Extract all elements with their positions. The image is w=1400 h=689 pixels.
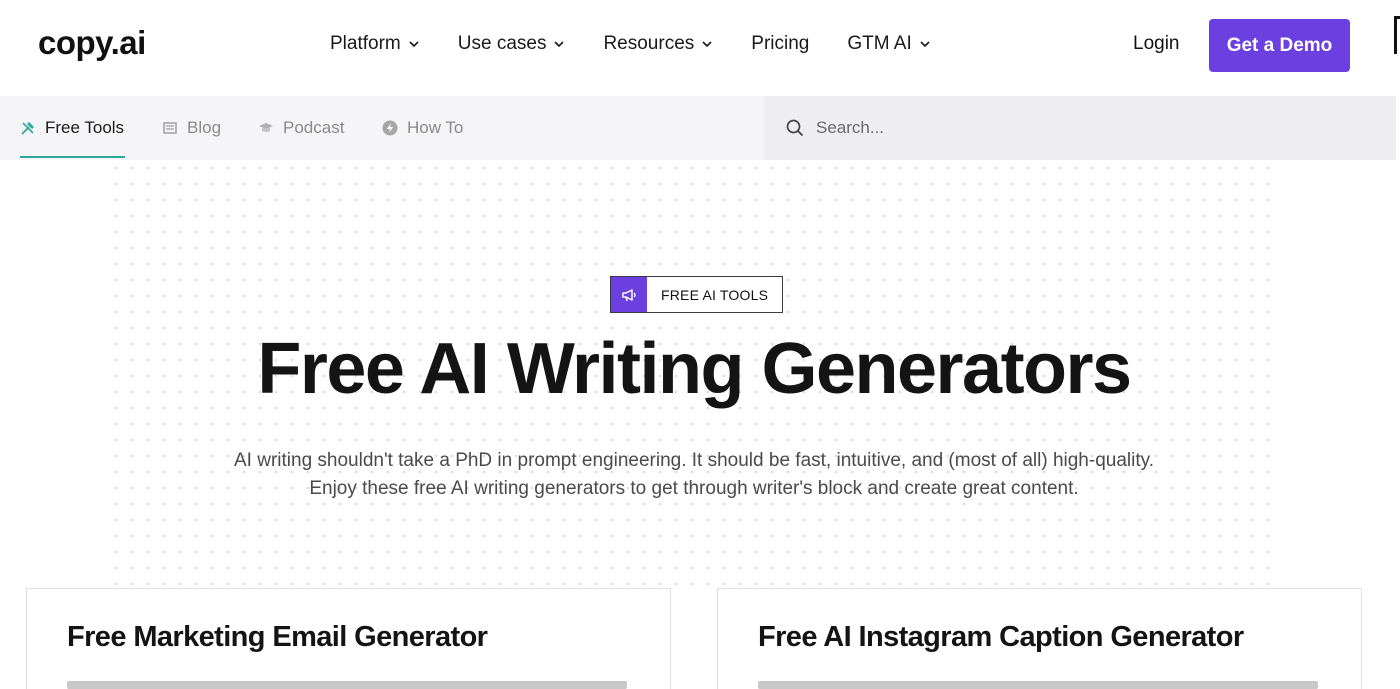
sub-navigation: Free Tools Blog Podcast How To — [0, 96, 764, 160]
nav-item-label: Use cases — [457, 33, 547, 54]
graduation-cap-icon — [259, 123, 273, 132]
nav-item-pricing[interactable]: Pricing — [751, 33, 809, 55]
nav-item-gtm-ai[interactable]: GTM AI — [847, 33, 930, 55]
hero-subtitle: AI writing shouldn't take a PhD in promp… — [150, 447, 1238, 503]
newspaper-icon — [163, 122, 177, 134]
nav-item-resources[interactable]: Resources — [603, 33, 713, 55]
chevron-down-icon — [702, 41, 712, 48]
tab-how-to[interactable]: How To — [382, 96, 463, 160]
badge-label: FREE AI TOOLS — [661, 286, 769, 303]
card-description-cropped — [67, 681, 627, 689]
page-title: Free AI Writing Generators — [257, 329, 1132, 409]
tab-label: Free Tools — [45, 118, 125, 137]
search-icon — [786, 119, 804, 137]
nav-item-use-cases[interactable]: Use cases — [458, 33, 566, 55]
cropped-edge-element — [1394, 16, 1400, 54]
chevron-down-icon — [409, 41, 419, 48]
login-link[interactable]: Login — [1133, 33, 1180, 55]
nav-item-label: Resources — [603, 33, 695, 54]
nav-item-label: GTM AI — [847, 33, 912, 54]
tab-blog[interactable]: Blog — [162, 96, 221, 160]
chevron-down-icon — [554, 41, 565, 48]
get-a-demo-button[interactable]: Get a Demo — [1209, 19, 1350, 72]
chevron-down-icon — [920, 41, 930, 48]
nav-item-label: Platform — [330, 33, 401, 54]
logo[interactable]: copy.ai — [38, 24, 146, 62]
megaphone-icon — [611, 277, 647, 312]
search-bar[interactable] — [764, 96, 1396, 160]
tab-free-tools[interactable]: Free Tools — [20, 96, 125, 160]
nav-item-label: Pricing — [751, 33, 810, 54]
page: copy.ai Platform Use cases Resources Pri… — [0, 0, 1400, 689]
card-title: Free AI Instagram Caption Generator — [758, 621, 1244, 653]
card-title: Free Marketing Email Generator — [67, 621, 488, 653]
hero-subtitle-line-2: Enjoy these free AI writing generators t… — [309, 478, 1079, 499]
hero-subtitle-line-1: AI writing shouldn't take a PhD in promp… — [234, 450, 1154, 471]
tab-label: Blog — [187, 118, 222, 137]
tools-icon — [21, 122, 34, 135]
tab-podcast[interactable]: Podcast — [258, 96, 344, 160]
card-description-cropped — [758, 681, 1318, 689]
tool-card-instagram-caption[interactable]: Free AI Instagram Caption Generator — [717, 588, 1362, 689]
tab-label: How To — [407, 118, 464, 137]
search-input[interactable] — [816, 118, 1316, 138]
top-navigation: copy.ai Platform Use cases Resources Pri… — [0, 0, 1400, 96]
tool-card-marketing-email[interactable]: Free Marketing Email Generator — [26, 588, 671, 689]
lightning-icon — [382, 120, 398, 136]
tab-label: Podcast — [283, 118, 345, 137]
nav-item-platform[interactable]: Platform — [330, 33, 420, 55]
main-menu: Platform Use cases Resources Pricing GTM… — [330, 33, 969, 55]
free-ai-tools-badge: FREE AI TOOLS — [610, 276, 784, 313]
